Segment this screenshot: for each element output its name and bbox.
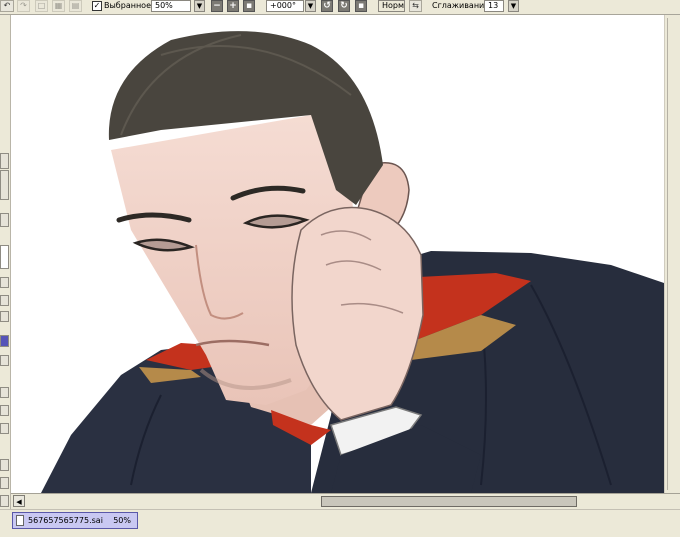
zoom-in-button[interactable]: + xyxy=(227,0,239,12)
rotate-right-icon: ↻ xyxy=(340,1,348,11)
smoothing-input[interactable]: 13 xyxy=(484,0,504,12)
document-tab[interactable]: 567657565775.sai 50% xyxy=(12,512,138,529)
chevron-down-icon: ▼ xyxy=(307,2,314,10)
tool-button[interactable] xyxy=(0,423,9,434)
invert-selection-button[interactable]: ▦ xyxy=(52,0,65,12)
tool-button[interactable] xyxy=(0,387,9,398)
scroll-left-button[interactable]: ◀ xyxy=(13,495,25,507)
deselect-icon: □ xyxy=(37,1,46,10)
chevron-down-icon: ▼ xyxy=(510,2,517,10)
tool-button[interactable] xyxy=(0,405,9,416)
zoom-input[interactable]: 50% xyxy=(151,0,191,12)
reset-rotation-icon: ▪ xyxy=(357,1,365,11)
redo-button[interactable]: ↷ xyxy=(17,0,30,12)
rotate-left-button[interactable]: ↺ xyxy=(321,0,333,12)
left-tool-strip xyxy=(0,15,11,509)
tool-button[interactable] xyxy=(0,277,9,288)
top-toolbar: ↶ ↷ □ ▦ ▤ ✓ Выбранное 50% ▼ − + ▪ +000° … xyxy=(0,0,680,15)
zoom-dropdown[interactable]: ▼ xyxy=(194,0,205,12)
tool-button[interactable] xyxy=(0,459,9,471)
rotation-reset-button[interactable]: ▪ xyxy=(355,0,367,12)
deselect-button[interactable]: □ xyxy=(35,0,48,12)
blend-mode-select[interactable]: Норм xyxy=(378,0,405,12)
horizontal-scroll-thumb[interactable] xyxy=(321,496,577,507)
flip-icon: ⇆ xyxy=(412,1,419,10)
vertical-scroll-thumb[interactable] xyxy=(667,18,679,490)
zoom-reset-button[interactable]: ▪ xyxy=(243,0,255,12)
undo-icon: ↶ xyxy=(3,1,11,10)
selection-label: Выбранное xyxy=(104,1,151,10)
chevron-down-icon: ▼ xyxy=(196,2,203,10)
tool-button[interactable] xyxy=(0,355,9,366)
tool-button[interactable] xyxy=(0,477,9,489)
rotation-dropdown[interactable]: ▼ xyxy=(305,0,316,12)
arrow-left-icon: ◀ xyxy=(16,498,22,506)
smoothing-dropdown[interactable]: ▼ xyxy=(508,0,519,12)
tool-button[interactable] xyxy=(0,213,9,227)
flip-horizontal-button[interactable]: ⇆ xyxy=(409,0,422,12)
zoom-out-button[interactable]: − xyxy=(211,0,223,12)
document-tab-bar: 567657565775.sai 50% xyxy=(0,509,680,537)
invert-selection-icon: ▦ xyxy=(54,1,63,10)
tool-button[interactable] xyxy=(0,170,9,200)
tool-button[interactable] xyxy=(0,311,9,322)
tool-button-active[interactable] xyxy=(0,335,9,347)
smoothing-label: Сглаживание xyxy=(432,1,490,10)
drawing-canvas[interactable] xyxy=(11,15,664,493)
tool-button[interactable] xyxy=(0,495,9,507)
clear-button[interactable]: ▤ xyxy=(69,0,82,12)
tool-button[interactable] xyxy=(0,153,9,169)
document-icon xyxy=(16,515,24,526)
vertical-scrollbar[interactable] xyxy=(664,15,680,493)
rotate-right-button[interactable]: ↻ xyxy=(338,0,350,12)
rotate-left-icon: ↺ xyxy=(323,1,331,11)
tool-button[interactable] xyxy=(0,295,9,306)
horizontal-scrollbar[interactable]: ◀ xyxy=(11,493,680,510)
clear-icon: ▤ xyxy=(71,1,80,10)
reset-icon: ▪ xyxy=(245,1,253,11)
minus-icon: − xyxy=(213,1,221,11)
checkmark-icon: ✓ xyxy=(93,1,101,10)
selection-checkbox[interactable]: ✓ xyxy=(92,1,102,11)
artwork xyxy=(41,31,664,493)
color-swatch[interactable] xyxy=(0,245,9,269)
plus-icon: + xyxy=(229,1,237,11)
document-tab-zoom: 50% xyxy=(113,516,131,525)
document-tab-name: 567657565775.sai xyxy=(28,516,103,525)
redo-icon: ↷ xyxy=(20,1,27,10)
rotation-input[interactable]: +000° xyxy=(266,0,304,12)
undo-button[interactable]: ↶ xyxy=(0,0,14,12)
